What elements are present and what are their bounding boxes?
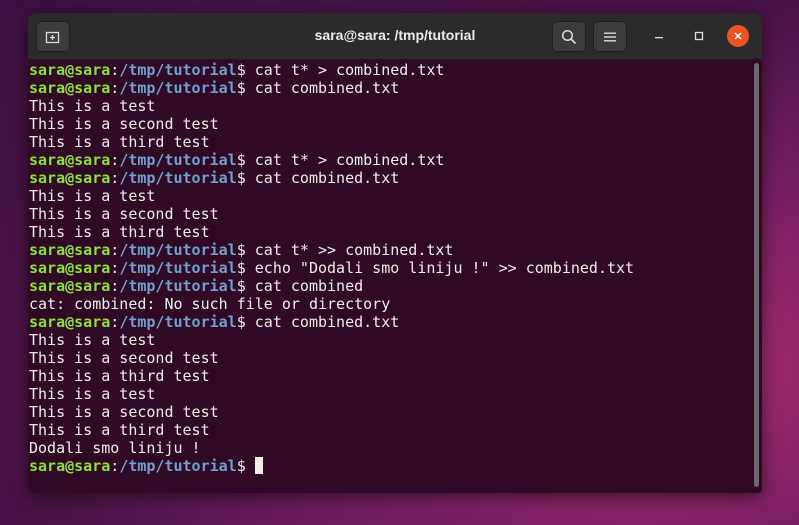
prompt-colon: : (110, 151, 120, 169)
output-line: This is a test (29, 187, 156, 205)
command-text: cat t* > combined.txt (254, 151, 445, 169)
text-cursor (254, 457, 263, 474)
scrollbar[interactable] (754, 63, 759, 487)
output-line: This is a third test (29, 421, 210, 439)
prompt-line: sara@sara:/tmp/tutorial$ echo "Dodali sm… (29, 259, 750, 277)
output-line: This is a test (29, 385, 156, 403)
output-line: This is a second test (29, 205, 219, 223)
prompt-colon: : (110, 457, 120, 475)
prompt-user: sara@sara (29, 61, 111, 79)
command-text: cat combined.txt (254, 79, 400, 97)
output-line: This is a test (29, 97, 156, 115)
prompt-symbol: $ (236, 277, 255, 295)
prompt-colon: : (110, 277, 120, 295)
prompt-path: /tmp/tutorial (119, 79, 237, 97)
search-button[interactable] (552, 21, 586, 52)
close-button[interactable] (727, 25, 749, 47)
prompt-line: sara@sara:/tmp/tutorial$ cat t* >> combi… (29, 241, 750, 259)
prompt-path: /tmp/tutorial (119, 457, 237, 475)
prompt-path: /tmp/tutorial (119, 169, 237, 187)
command-text: cat t* > combined.txt (254, 61, 445, 79)
prompt-line: sara@sara:/tmp/tutorial$ (29, 457, 750, 475)
prompt-colon: : (110, 313, 120, 331)
prompt-user: sara@sara (29, 151, 111, 169)
prompt-user: sara@sara (29, 259, 111, 277)
prompt-path: /tmp/tutorial (119, 241, 237, 259)
prompt-colon: : (110, 79, 120, 97)
maximize-button[interactable] (688, 25, 710, 47)
prompt-line: sara@sara:/tmp/tutorial$ cat combined.tx… (29, 79, 750, 97)
output-line: This is a second test (29, 403, 219, 421)
command-text: cat combined.txt (254, 169, 400, 187)
prompt-user: sara@sara (29, 457, 111, 475)
search-icon (561, 29, 577, 44)
prompt-symbol: $ (236, 241, 255, 259)
prompt-user: sara@sara (29, 169, 111, 187)
output-line: This is a second test (29, 349, 219, 367)
minimize-button[interactable] (648, 25, 670, 47)
hamburger-menu-icon (604, 32, 616, 41)
prompt-path: /tmp/tutorial (119, 151, 237, 169)
prompt-symbol: $ (236, 151, 255, 169)
menu-button[interactable] (593, 21, 627, 52)
maximize-icon (694, 31, 704, 41)
prompt-colon: : (110, 169, 120, 187)
prompt-path: /tmp/tutorial (119, 313, 237, 331)
output-line: This is a test (29, 331, 156, 349)
prompt-colon: : (110, 259, 120, 277)
prompt-line: sara@sara:/tmp/tutorial$ cat t* > combin… (29, 61, 750, 79)
prompt-path: /tmp/tutorial (119, 61, 237, 79)
title-bar[interactable]: sara@sara: /tmp/tutorial (28, 13, 762, 60)
prompt-line: sara@sara:/tmp/tutorial$ cat combined.tx… (29, 313, 750, 331)
prompt-line: sara@sara:/tmp/tutorial$ cat combined (29, 277, 750, 295)
command-text: cat combined.txt (254, 313, 400, 331)
prompt-symbol: $ (236, 259, 255, 277)
output-line: This is a third test (29, 367, 210, 385)
prompt-user: sara@sara (29, 241, 111, 259)
prompt-user: sara@sara (29, 277, 111, 295)
output-line: This is a third test (29, 133, 210, 151)
output-line: This is a third test (29, 223, 210, 241)
output-line: This is a second test (29, 115, 219, 133)
output-line: cat: combined: No such file or directory (29, 295, 391, 313)
prompt-symbol: $ (236, 169, 255, 187)
output-line: Dodali smo liniju ! (29, 439, 201, 457)
prompt-colon: : (110, 61, 120, 79)
prompt-path: /tmp/tutorial (119, 277, 237, 295)
close-icon (734, 32, 742, 40)
minimize-icon (655, 37, 663, 39)
command-text: cat t* >> combined.txt (254, 241, 454, 259)
terminal-window: sara@sara: /tmp/tutorial sara@sara:/tmp/… (28, 13, 762, 493)
prompt-colon: : (110, 241, 120, 259)
prompt-line: sara@sara:/tmp/tutorial$ cat combined.tx… (29, 169, 750, 187)
command-text: echo "Dodali smo liniju !" >> combined.t… (254, 259, 635, 277)
prompt-line: sara@sara:/tmp/tutorial$ cat t* > combin… (29, 151, 750, 169)
prompt-user: sara@sara (29, 79, 111, 97)
terminal-output[interactable]: sara@sara:/tmp/tutorial$ cat t* > combin… (28, 60, 750, 493)
prompt-user: sara@sara (29, 313, 111, 331)
prompt-symbol: $ (236, 79, 255, 97)
prompt-symbol: $ (236, 313, 255, 331)
prompt-symbol: $ (236, 457, 255, 475)
prompt-path: /tmp/tutorial (119, 259, 237, 277)
command-text: cat combined (254, 277, 364, 295)
prompt-symbol: $ (236, 61, 255, 79)
